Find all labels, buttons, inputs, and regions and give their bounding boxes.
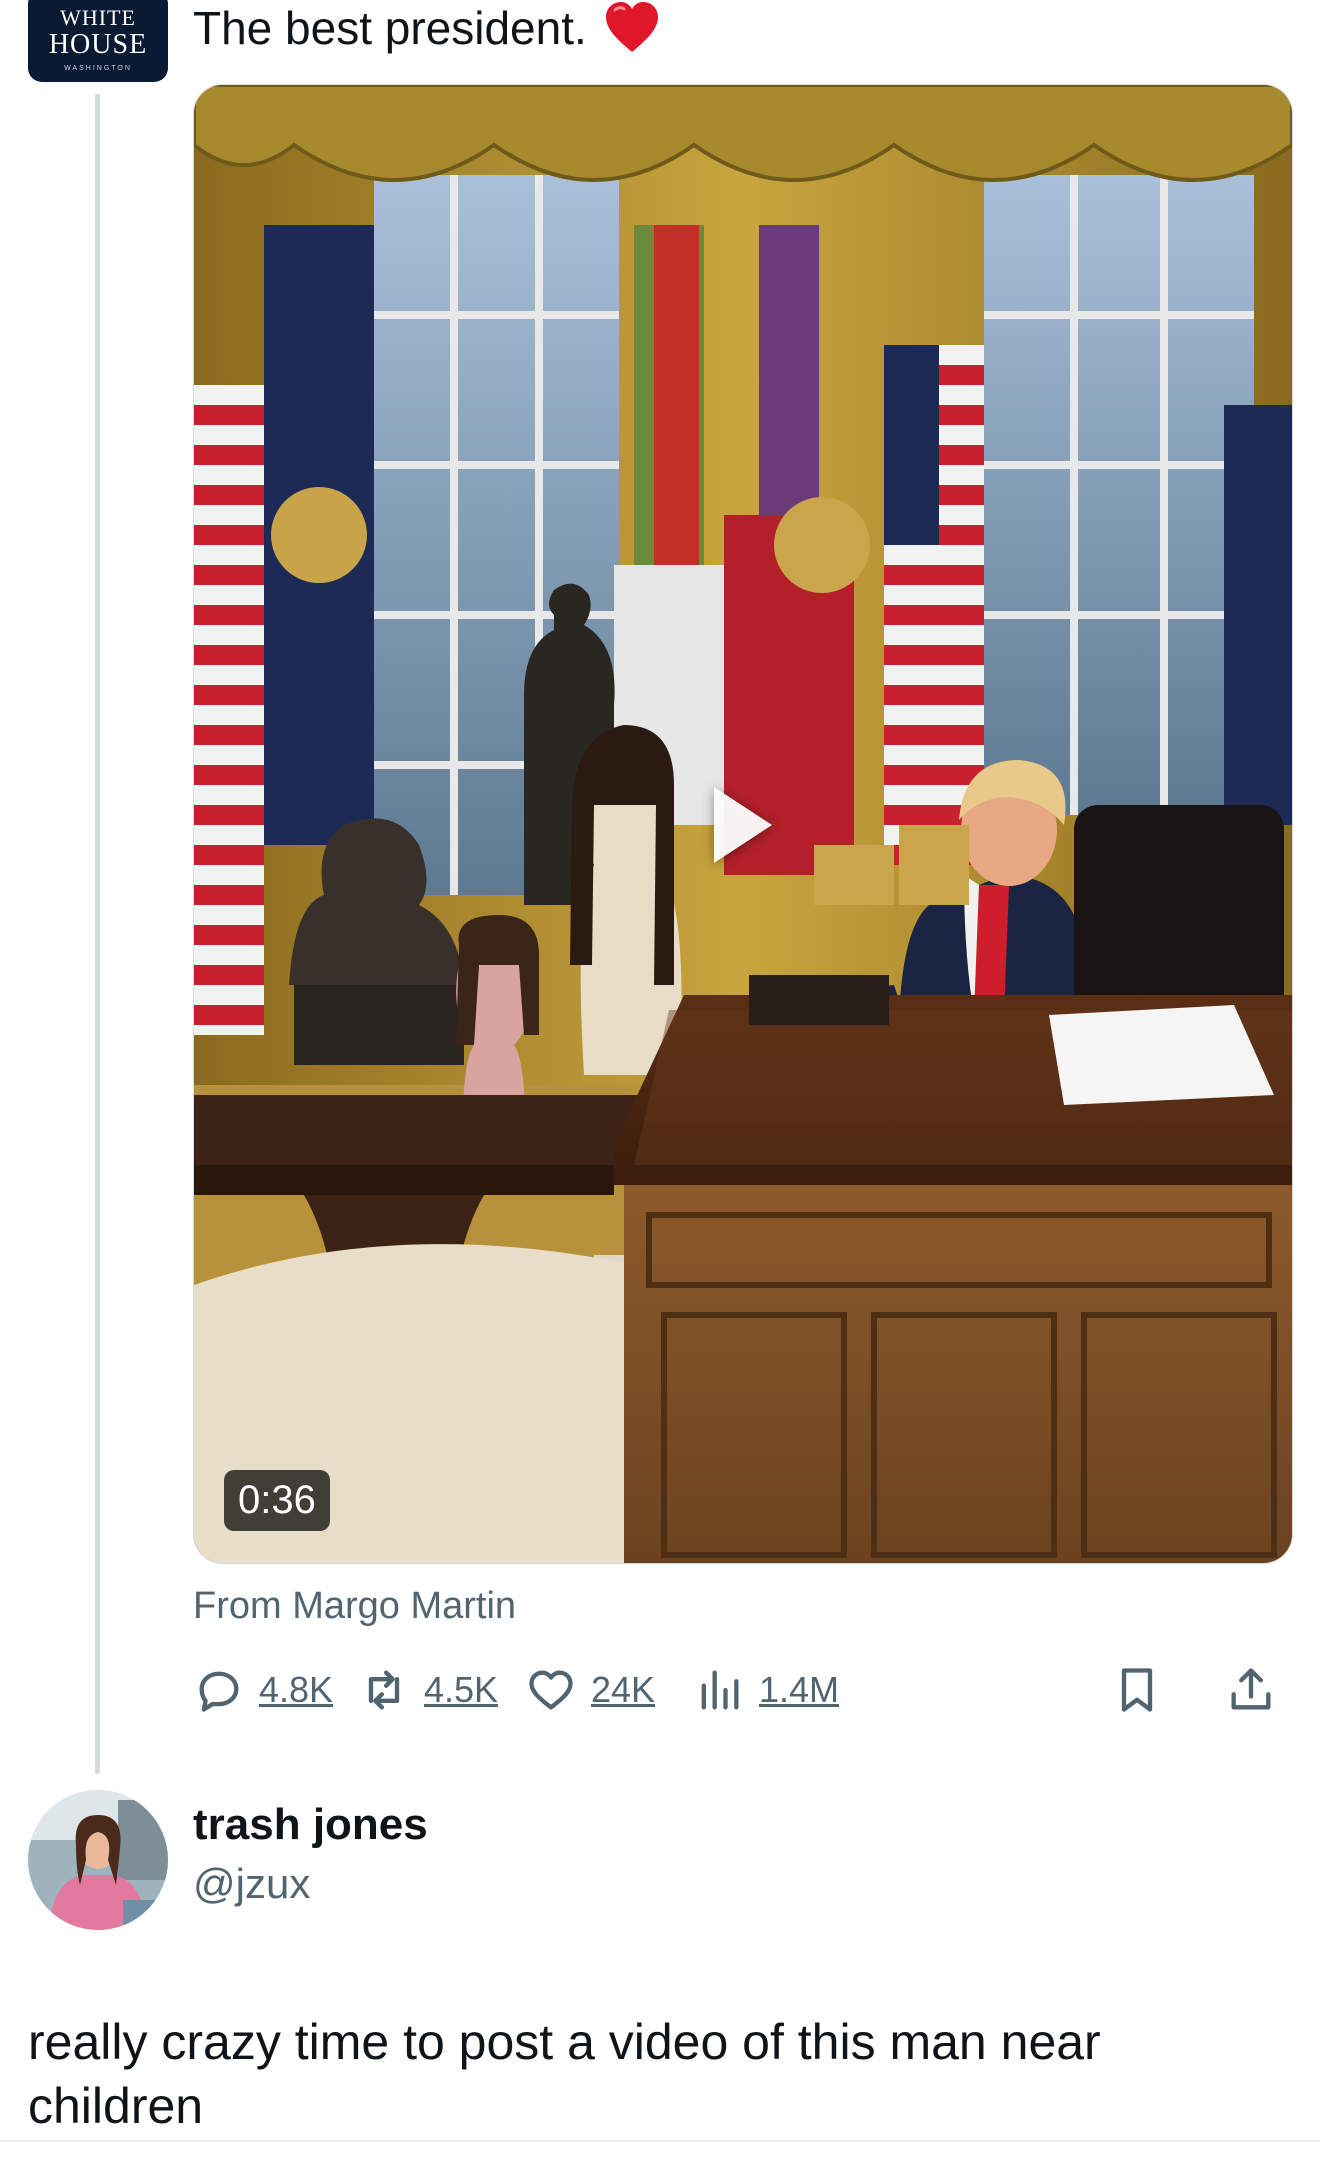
white-house-avatar[interactable]: WHITE HOUSE WASHINGTON bbox=[28, 0, 168, 82]
views-button[interactable]: 1.4M bbox=[693, 1664, 839, 1716]
repost-button[interactable]: 4.5K bbox=[358, 1664, 498, 1716]
reply-icon bbox=[199, 1671, 239, 1712]
play-button[interactable] bbox=[714, 787, 772, 863]
bookmark-button[interactable] bbox=[1111, 1664, 1163, 1716]
reply-avatar-photo bbox=[28, 1790, 168, 1930]
heart-outline-icon bbox=[529, 1670, 573, 1710]
reply-handle[interactable]: @jzux bbox=[193, 1860, 310, 1908]
video-player[interactable]: 0:36 bbox=[193, 84, 1293, 1564]
divider bbox=[0, 2140, 1320, 2142]
post-text: The best president. bbox=[193, 2, 587, 54]
reply-text: really crazy time to post a video of thi… bbox=[28, 2014, 1101, 2134]
post-action-bar: 4.8K 4.5K 24K 1.4M bbox=[193, 1660, 1291, 1720]
repost-count: 4.5K bbox=[424, 1669, 499, 1710]
view-count: 1.4M bbox=[759, 1669, 840, 1710]
reply-button[interactable]: 4.8K bbox=[193, 1664, 333, 1716]
like-button[interactable]: 24K bbox=[525, 1664, 655, 1716]
reply-count: 4.8K bbox=[259, 1669, 334, 1710]
like-count: 24K bbox=[591, 1669, 656, 1710]
avatar-text-house: HOUSE bbox=[48, 29, 148, 60]
reply-avatar[interactable] bbox=[28, 1790, 168, 1930]
share-button[interactable] bbox=[1225, 1664, 1277, 1716]
heart-emoji-icon bbox=[605, 2, 658, 52]
reply-display-name[interactable]: trash jones bbox=[193, 1800, 428, 1850]
share-icon bbox=[1231, 1668, 1271, 1710]
views-chart-icon bbox=[701, 1670, 739, 1710]
video-duration-badge: 0:36 bbox=[224, 1470, 330, 1531]
avatar-text-white: WHITE bbox=[60, 5, 136, 30]
bookmark-icon bbox=[1121, 1668, 1153, 1712]
video-attribution[interactable]: From Margo Martin bbox=[193, 1585, 516, 1628]
thread-line bbox=[95, 94, 100, 1774]
repost-icon bbox=[368, 1670, 400, 1710]
avatar-text-washington: WASHINGTON bbox=[64, 65, 132, 72]
post-text-row: The best president. bbox=[193, 0, 661, 56]
